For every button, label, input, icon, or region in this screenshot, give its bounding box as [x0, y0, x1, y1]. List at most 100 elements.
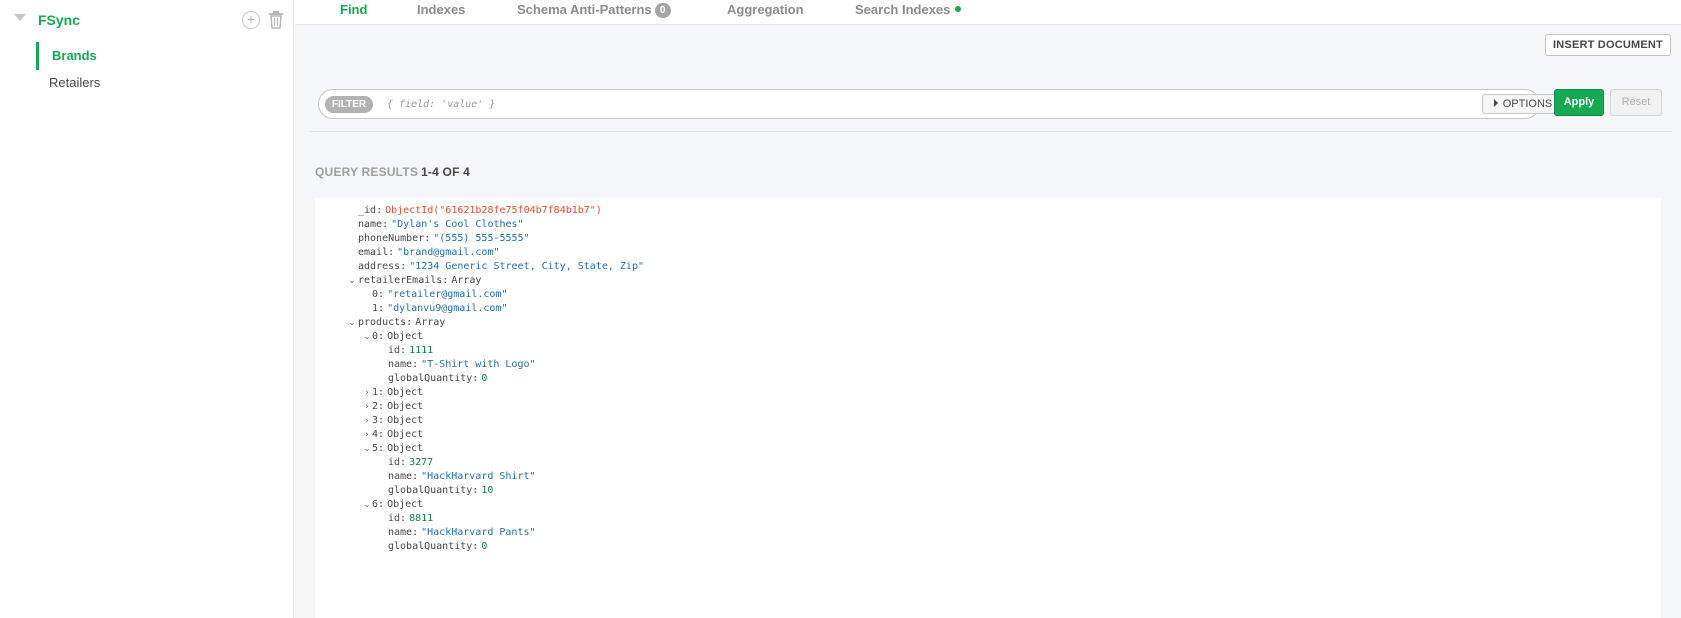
options-label: OPTIONS: [1502, 98, 1553, 110]
field-type: Object: [387, 401, 424, 412]
field-value: "HackHarvard Pants": [421, 527, 536, 538]
field-key: name: [388, 359, 413, 370]
chevron-down-icon[interactable]: ⌄: [362, 442, 372, 456]
field-key: globalQuantity: [388, 485, 473, 496]
sidebar-database-row[interactable]: FSync +: [0, 6, 294, 32]
field-key: email: [358, 247, 389, 258]
field-address[interactable]: address: "1234 Generic Street, City, Stat…: [358, 260, 644, 274]
field-type: Object: [387, 429, 424, 440]
field-value: 3277: [409, 457, 434, 468]
chevron-right-icon[interactable]: ›: [362, 428, 372, 442]
field-type: Array: [415, 317, 446, 328]
chevron-right-icon[interactable]: ›: [362, 400, 372, 414]
field-key: id: [388, 457, 401, 468]
main-panel: Find Indexes Schema Anti-Patterns 0 Aggre…: [295, 0, 1681, 618]
field-email[interactable]: email: "brand@gmail.com": [358, 246, 500, 260]
reset-button[interactable]: Reset: [1610, 89, 1662, 116]
plus-circle-icon[interactable]: +: [242, 11, 260, 29]
tab-find[interactable]: Find: [340, 2, 367, 17]
field-type: Object: [387, 499, 424, 510]
field-key: _id: [358, 205, 377, 216]
sidebar: FSync + Brands Retailers: [0, 0, 294, 618]
array-item[interactable]: 1: "dylanvu9@gmail.com": [372, 302, 507, 316]
tab-search-indexes[interactable]: Search Indexes: [855, 2, 962, 17]
options-button[interactable]: OPTIONS: [1482, 94, 1564, 114]
chevron-down-icon[interactable]: ⌄: [347, 316, 357, 330]
field-retailer-emails[interactable]: retailerEmails: Array: [358, 274, 481, 288]
filter-label: FILTER: [325, 96, 373, 113]
product-item[interactable]: 1: Object: [372, 386, 423, 400]
field-key: globalQuantity: [388, 541, 473, 552]
array-item[interactable]: 0: "retailer@gmail.com": [372, 288, 507, 302]
field-key: address: [358, 261, 401, 272]
product-item[interactable]: 6: Object: [372, 498, 423, 512]
field-value: "Dylan's Cool Clothes": [391, 219, 524, 230]
chevron-down-icon[interactable]: [14, 14, 26, 21]
field-name[interactable]: name: "Dylan's Cool Clothes": [358, 218, 524, 232]
field-id[interactable]: _id: ObjectId("61621b28fe75f04b7f84b1b7"): [358, 204, 602, 218]
product-item[interactable]: 3: Object: [372, 414, 423, 428]
field-products[interactable]: products: Array: [358, 316, 445, 330]
field-phone-number[interactable]: phoneNumber: "(555) 555-5555": [358, 232, 530, 246]
sidebar-item-retailers[interactable]: Retailers: [36, 69, 276, 97]
query-results-header: QUERY RESULTS 1-4 OF 4: [315, 165, 470, 179]
field-key: name: [358, 219, 383, 230]
chevron-down-icon[interactable]: ⌄: [362, 498, 372, 512]
field-value: "1234 Generic Street, City, State, Zip": [409, 261, 644, 272]
field-value: 1111: [409, 345, 434, 356]
field-key: retailerEmails: [358, 275, 443, 286]
product-id[interactable]: id: 3277: [388, 456, 433, 470]
sidebar-item-brands[interactable]: Brands: [36, 42, 276, 70]
field-key: products: [358, 317, 407, 328]
product-item[interactable]: 4: Object: [372, 428, 423, 442]
product-name[interactable]: name: "HackHarvard Shirt": [388, 470, 536, 484]
filter-input[interactable]: [387, 95, 1467, 113]
product-quantity[interactable]: globalQuantity: 10: [388, 484, 493, 498]
insert-document-button[interactable]: INSERT DOCUMENT: [1545, 34, 1671, 56]
product-name[interactable]: name: "T-Shirt with Logo": [388, 358, 536, 372]
tab-search-indexes-label: Search Indexes: [855, 2, 951, 17]
field-type: Object: [387, 387, 424, 398]
field-type: Object: [387, 331, 424, 342]
field-value: ObjectId("61621b28fe75f04b7f84b1b7"): [385, 205, 602, 216]
status-dot-icon: [955, 6, 962, 12]
document-card: _id: ObjectId("61621b28fe75f04b7f84b1b7")…: [315, 198, 1661, 618]
field-type: Array: [451, 275, 482, 286]
field-key: name: [388, 527, 413, 538]
product-quantity[interactable]: globalQuantity: 0: [388, 372, 487, 386]
tab-schema-anti-patterns[interactable]: Schema Anti-Patterns 0: [517, 2, 671, 18]
field-value: "retailer@gmail.com": [387, 289, 508, 300]
chevron-right-icon[interactable]: ›: [362, 386, 372, 400]
tab-aggregation[interactable]: Aggregation: [727, 2, 804, 17]
chevron-right-icon[interactable]: ›: [362, 414, 372, 428]
caret-right-icon: [1493, 99, 1498, 107]
field-key: globalQuantity: [388, 373, 473, 384]
tab-indexes[interactable]: Indexes: [417, 2, 465, 17]
chevron-down-icon[interactable]: ⌄: [362, 330, 372, 344]
product-name[interactable]: name: "HackHarvard Pants": [388, 526, 536, 540]
chevron-down-icon[interactable]: ⌄: [347, 274, 357, 288]
product-quantity[interactable]: globalQuantity: 0: [388, 540, 487, 554]
trash-icon[interactable]: [267, 10, 285, 30]
database-name[interactable]: FSync: [38, 12, 80, 28]
query-results-count: 1-4 OF 4: [421, 165, 471, 179]
product-item[interactable]: 2: Object: [372, 400, 423, 414]
field-value: 8811: [409, 513, 434, 524]
apply-button[interactable]: Apply: [1554, 89, 1604, 116]
field-value: "T-Shirt with Logo": [421, 359, 536, 370]
product-id[interactable]: id: 1111: [388, 344, 433, 358]
product-item[interactable]: 5: Object: [372, 442, 423, 456]
field-value: 0: [481, 541, 488, 552]
field-value: "dylanvu9@gmail.com": [387, 303, 508, 314]
tab-bar: Find Indexes Schema Anti-Patterns 0 Aggre…: [295, 0, 1681, 25]
field-key: phoneNumber: [358, 233, 425, 244]
field-value: "HackHarvard Shirt": [421, 471, 536, 482]
divider: [310, 131, 1672, 132]
query-results-label: QUERY RESULTS: [315, 165, 419, 179]
field-key: name: [388, 471, 413, 482]
product-id[interactable]: id: 8811: [388, 512, 433, 526]
filter-bar: FILTER OPTIONS: [318, 89, 1564, 119]
field-key: id: [388, 513, 401, 524]
product-item[interactable]: 0: Object: [372, 330, 423, 344]
field-value: "(555) 555-5555": [433, 233, 530, 244]
